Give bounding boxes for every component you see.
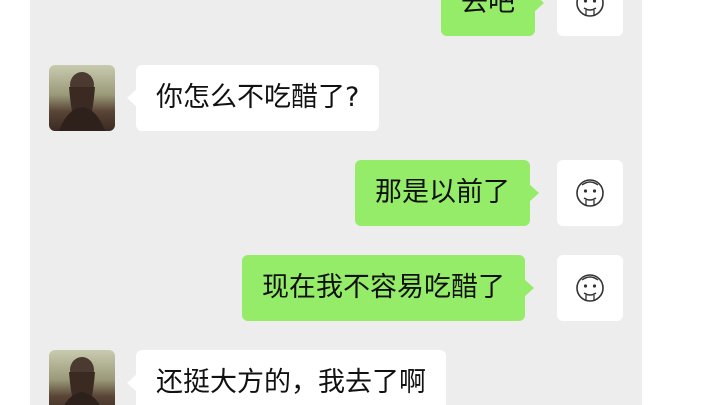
message-text: 你怎么不吃醋了?: [156, 82, 360, 113]
message-text: 去吧: [461, 0, 515, 18]
outgoing-message-bubble[interactable]: 现在我不容易吃醋了: [242, 255, 534, 321]
my-avatar[interactable]: [557, 255, 623, 321]
girl-photo-avatar: [64, 357, 100, 405]
outgoing-message-bubble[interactable]: 那是以前了: [355, 160, 539, 226]
chat-area[interactable]: 去吧 你怎么不吃醋了? 那是以前了 现在我不容易吃醋了 还挺大方的，我去了啊: [30, 0, 642, 405]
my-avatar[interactable]: [557, 0, 623, 36]
message-text: 那是以前了: [375, 177, 510, 208]
contact-avatar[interactable]: [49, 65, 115, 131]
doodle-face-icon: [576, 0, 604, 17]
incoming-message-bubble[interactable]: 你怎么不吃醋了?: [126, 65, 380, 131]
incoming-message-bubble[interactable]: 还挺大方的，我去了啊: [127, 350, 446, 405]
girl-photo-avatar: [59, 72, 105, 131]
doodle-face-icon: [576, 274, 604, 302]
contact-avatar[interactable]: [49, 350, 115, 405]
my-avatar[interactable]: [557, 160, 623, 226]
doodle-face-icon: [576, 179, 604, 207]
message-text: 现在我不容易吃醋了: [262, 272, 505, 303]
outgoing-message-bubble[interactable]: 去吧: [441, 0, 544, 36]
message-text: 还挺大方的，我去了啊: [156, 367, 426, 398]
